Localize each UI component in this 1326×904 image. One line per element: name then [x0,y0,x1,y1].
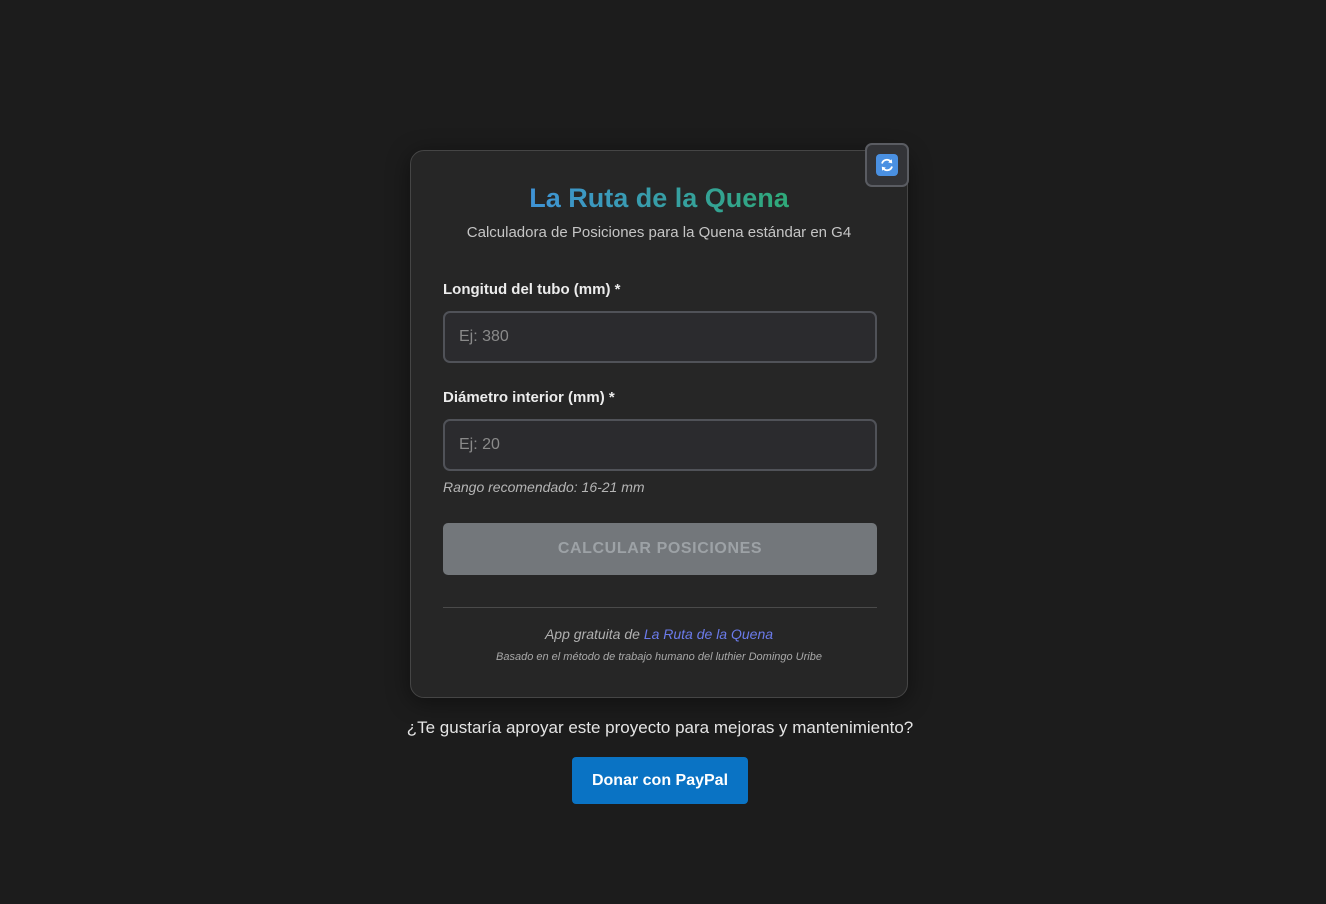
app-title-container: La Ruta de la Quena [410,180,908,216]
diameter-range-hint: Rango recomendado: 16-21 mm [443,479,645,495]
calculate-positions-button[interactable]: Calcular posiciones [443,523,877,575]
diameter-label: Diámetro interior (mm) * [443,389,615,406]
app-credit: App gratuita de La Ruta de la Quena [410,624,908,644]
app-page: La Ruta de la Quena Calculadora de Posic… [0,0,1326,904]
support-question: ¿Te gustaría aproyar este proyecto para … [406,718,914,737]
donate-paypal-button[interactable]: Donar con PayPal [572,757,748,804]
app-subtitle: Calculadora de Posiciones para la Quena … [466,224,852,241]
length-input[interactable] [443,311,877,363]
method-note: Basado en el método de trabajo humano de… [496,651,822,663]
app-title: La Ruta de la Quena [529,180,789,216]
credit-prefix: App gratuita de [544,626,640,642]
refresh-arrows-icon [876,154,898,176]
credit-link[interactable]: La Ruta de la Quena [644,626,773,642]
footer-divider [443,607,877,608]
diameter-input[interactable] [443,419,877,471]
length-label: Longitud del tubo (mm) * [443,281,621,298]
